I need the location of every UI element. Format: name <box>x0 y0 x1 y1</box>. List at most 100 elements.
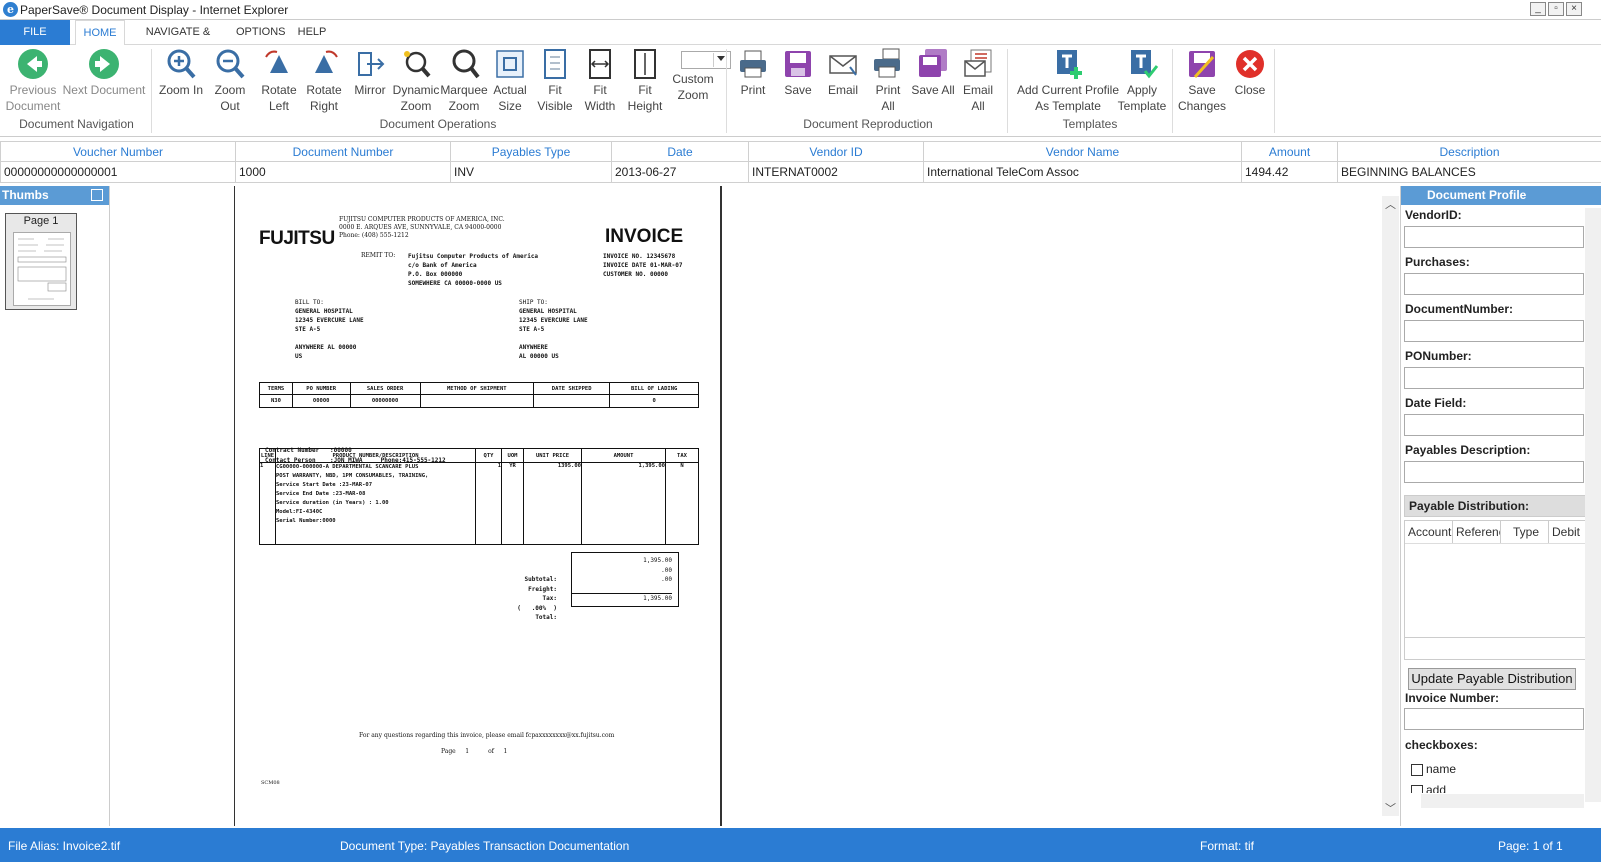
tab-navigate-edit[interactable]: NAVIGATE & EDIT <box>134 20 222 63</box>
custom-zoom-dropdown[interactable] <box>681 51 731 69</box>
marquee-zoom-button[interactable]: Marquee Zoom <box>440 47 488 114</box>
thumbnail-image <box>13 232 71 306</box>
checkbox-add[interactable]: add <box>1411 783 1446 793</box>
field-label: Invoice Number: <box>1405 691 1500 705</box>
scroll-up-icon[interactable]: ︿ <box>1382 196 1399 212</box>
status-document-type: Document Type: Payables Transaction Docu… <box>340 839 630 853</box>
email-button[interactable]: Email <box>823 47 863 98</box>
rotate-right-button[interactable]: Rotate Right <box>302 47 346 114</box>
table-cell: 1000 <box>235 161 451 183</box>
rotate-left-button[interactable]: Rotate Left <box>257 47 301 114</box>
column-header[interactable]: Description <box>1337 141 1601 162</box>
minimize-button[interactable]: _ <box>1530 2 1546 16</box>
scroll-down-icon[interactable]: ﹀ <box>1382 800 1399 816</box>
profile-scrollbar[interactable] <box>1585 208 1601 802</box>
checkbox-icon[interactable] <box>1411 763 1423 776</box>
divider <box>1405 543 1586 544</box>
apply-template-button[interactable]: Apply Template <box>1114 47 1170 114</box>
tab-home[interactable]: HOME <box>75 20 125 46</box>
column-header[interactable]: Amount <box>1241 141 1338 162</box>
viewer-scrollbar[interactable]: ︿ ﹀ <box>1382 196 1399 816</box>
status-bar: File Alias: Invoice2.tif Document Type: … <box>0 828 1601 862</box>
chevron-down-icon <box>717 56 725 61</box>
column-header[interactable]: Type <box>1501 521 1549 543</box>
print-all-button[interactable]: Print All <box>868 47 908 114</box>
tab-options[interactable]: OPTIONS <box>236 20 286 45</box>
field-label: Date Field: <box>1405 396 1467 410</box>
column-header[interactable]: Vendor ID <box>748 141 924 162</box>
close-button[interactable]: Close <box>1228 47 1272 98</box>
close-window-button[interactable]: × <box>1566 2 1582 16</box>
table-cell: 1494.42 <box>1241 161 1338 183</box>
fujitsu-logo: FUJITSU <box>259 228 335 249</box>
tab-help[interactable]: HELP <box>297 20 327 45</box>
dynamic-zoom-button[interactable]: Dynamic Zoom <box>392 47 440 114</box>
remit-label: REMIT TO: <box>361 252 396 259</box>
table-cell: 00000000000000001 <box>0 161 236 183</box>
tab-file[interactable]: FILE <box>0 20 70 45</box>
table-row[interactable] <box>1405 637 1586 659</box>
save-all-button[interactable]: Save All <box>910 47 956 98</box>
document-viewer[interactable]: FUJITSU FUJITSU COMPUTER PRODUCTS OF AME… <box>112 186 1383 826</box>
table-cell: INTERNAT0002 <box>748 161 924 183</box>
update-payable-distribution-button[interactable]: Update Payable Distribution <box>1408 668 1576 690</box>
column-header[interactable]: Document Number <box>235 141 451 162</box>
date-field-input[interactable] <box>1404 414 1584 436</box>
status-page: Page: 1 of 1 <box>1498 839 1563 853</box>
group-label-navigation: Document Navigation <box>19 117 134 131</box>
group-label-templates: Templates <box>1062 117 1118 131</box>
column-header[interactable]: Date <box>611 141 749 162</box>
fit-height-button[interactable]: Fit Height <box>625 47 665 114</box>
vendor-id-input[interactable] <box>1404 226 1584 248</box>
checkbox-name[interactable]: name <box>1411 762 1456 776</box>
group-separator <box>726 49 727 133</box>
fit-width-icon <box>589 49 611 79</box>
table-cell: BEGINNING BALANCES <box>1337 161 1601 183</box>
fit-visible-button[interactable]: Fit Visible <box>535 47 575 114</box>
actual-size-button[interactable]: Actual Size <box>490 47 530 114</box>
payable-distribution-table[interactable]: Account Referenc Type Debit <box>1404 520 1587 660</box>
save-changes-icon <box>1189 51 1215 79</box>
page-thumbnail[interactable]: Page 1 <box>5 213 77 310</box>
purchases-input[interactable] <box>1404 273 1584 295</box>
zoom-in-button[interactable]: Zoom In <box>158 47 204 98</box>
column-header[interactable]: Debit <box>1549 521 1587 543</box>
mirror-button[interactable]: Mirror <box>350 47 390 98</box>
save-button[interactable]: Save <box>778 47 818 98</box>
maximize-button[interactable]: ▫ <box>1548 2 1564 16</box>
document-profile-pane: Document Profile VendorID: Purchases: Do… <box>1400 186 1601 826</box>
voucher-grid: Voucher Number Document Number Payables … <box>0 141 1601 184</box>
payables-description-input[interactable] <box>1404 461 1584 483</box>
invoice-title: INVOICE <box>605 226 684 247</box>
column-header[interactable]: Referenc <box>1453 521 1501 543</box>
table-cell: International TeleCom Assoc <box>923 161 1242 183</box>
add-profile-template-button[interactable]: Add Current Profile As Template <box>1012 47 1124 114</box>
column-header[interactable]: Payables Type <box>450 141 612 162</box>
document-number-input[interactable] <box>1404 320 1584 342</box>
previous-document-button[interactable]: Previous Document <box>4 47 62 114</box>
column-header[interactable]: Account <box>1405 521 1453 543</box>
invoice-number-input[interactable] <box>1404 708 1584 730</box>
column-header[interactable]: Vendor Name <box>923 141 1242 162</box>
marquee-zoom-icon <box>452 49 480 79</box>
group-label-operations: Document Operations <box>379 117 497 131</box>
actual-size-icon <box>496 50 524 78</box>
print-button[interactable]: Print <box>733 47 773 98</box>
pin-icon[interactable] <box>91 189 103 201</box>
close-icon <box>1236 50 1264 78</box>
checkbox-icon[interactable] <box>1411 784 1423 793</box>
envelope-icon <box>829 55 857 76</box>
zoom-out-button[interactable]: Zoom Out <box>204 47 256 114</box>
arrow-right-icon <box>89 49 119 79</box>
fit-width-button[interactable]: Fit Width <box>580 47 620 114</box>
save-changes-button[interactable]: Save Changes <box>1176 47 1228 114</box>
profile-horizontal-scrollbar[interactable] <box>1421 794 1584 808</box>
dynamic-zoom-icon <box>404 51 431 78</box>
email-all-button[interactable]: Email All <box>958 47 998 114</box>
po-number-input[interactable] <box>1404 367 1584 389</box>
column-header[interactable]: Voucher Number <box>0 141 236 162</box>
next-document-button[interactable]: Next Document <box>60 47 148 98</box>
table-row[interactable]: 00000000000000001 1000 INV 2013-06-27 IN… <box>0 161 1601 183</box>
add-template-icon <box>1057 50 1082 79</box>
field-label: PONumber: <box>1405 349 1472 363</box>
